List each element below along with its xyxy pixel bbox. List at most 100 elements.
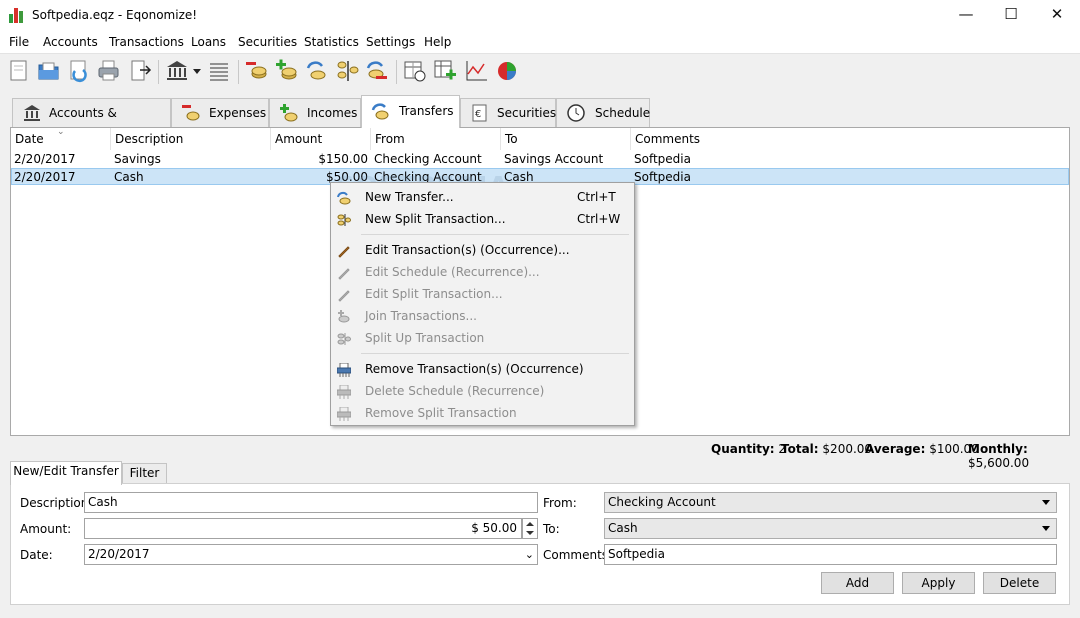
tab-label: Transfers: [399, 104, 454, 118]
menu-item-new-transfer[interactable]: New Transfer... Ctrl+T: [331, 186, 634, 208]
cell-date: 2/20/2017: [14, 152, 76, 166]
delete-button[interactable]: Delete: [983, 572, 1056, 594]
date-label: Date:: [20, 548, 53, 562]
table-row[interactable]: 2/20/2017 Savings $150.00 Checking Accou…: [11, 151, 1069, 168]
print-icon[interactable]: [96, 58, 122, 84]
menu-item-edit-split-transaction[interactable]: Edit Split Transaction...: [331, 283, 634, 305]
window-title: Softpedia.eqz - Eqonomize!: [32, 8, 198, 22]
menu-item-delete-schedule[interactable]: Delete Schedule (Recurrence): [331, 380, 634, 402]
svg-text:€: €: [475, 109, 481, 120]
summary-monthly: Monthly: $5,600.00: [968, 442, 1030, 470]
menu-item-split-up-transaction[interactable]: Split Up Transaction: [331, 327, 634, 349]
menu-item-edit-schedule[interactable]: Edit Schedule (Recurrence)...: [331, 261, 634, 283]
pencil-icon: [337, 265, 351, 280]
tab-securities[interactable]: € Securities: [460, 98, 556, 128]
split-icon[interactable]: [334, 58, 360, 84]
schedule-icon[interactable]: [402, 58, 428, 84]
cell-from: Checking Account: [374, 152, 482, 166]
bank-icon[interactable]: [164, 58, 190, 84]
column-header-to[interactable]: To: [501, 128, 631, 150]
tab-incomes[interactable]: Incomes: [269, 98, 361, 128]
menu-item-join-transactions[interactable]: Join Transactions...: [331, 305, 634, 327]
close-button[interactable]: ✕: [1034, 0, 1080, 31]
toolbar: [0, 53, 1080, 88]
column-header-comments[interactable]: Comments: [631, 128, 1069, 150]
comments-label: Comments:: [543, 548, 613, 562]
summary-average: Average: $100.00: [865, 442, 979, 456]
stepper-up-icon: [526, 522, 534, 526]
menu-file[interactable]: File: [9, 35, 29, 49]
tab-transfers[interactable]: Transfers: [361, 95, 460, 128]
line-chart-icon[interactable]: [464, 58, 490, 84]
cell-description: Cash: [114, 170, 144, 184]
comments-field[interactable]: Softpedia: [604, 544, 1057, 565]
tab-expenses[interactable]: Expenses: [171, 98, 269, 128]
dropdown-arrow-icon[interactable]: [190, 58, 204, 84]
pencil-icon: [337, 243, 351, 258]
ledger-icon[interactable]: [206, 58, 232, 84]
expense-icon[interactable]: [244, 58, 270, 84]
menu-transactions[interactable]: Transactions: [109, 35, 184, 49]
context-menu: New Transfer... Ctrl+T New Split Transact…: [330, 182, 635, 426]
chevron-down-icon[interactable]: ⌄: [525, 545, 534, 564]
join-icon: [337, 309, 351, 323]
tab-new-edit-transfer[interactable]: New/Edit Transfer: [10, 461, 122, 485]
dropdown-arrow-icon: [1042, 500, 1050, 505]
shredder-icon: [336, 362, 352, 377]
column-header-date[interactable]: Date ⌄: [11, 127, 111, 150]
shredder-icon: [336, 406, 352, 421]
cell-description: Savings: [114, 152, 161, 166]
pencil-icon: [337, 287, 351, 302]
transfer-icon[interactable]: [304, 58, 330, 84]
summary-total: Total: $200.00: [781, 442, 873, 456]
transfer-icon: [371, 102, 391, 120]
amount-label: Amount:: [20, 522, 72, 536]
dropdown-arrow-icon: [1042, 526, 1050, 531]
split-icon: [337, 331, 351, 345]
date-field[interactable]: 2/20/2017 ⌄: [84, 544, 538, 565]
menu-statistics[interactable]: Statistics: [304, 35, 359, 49]
maximize-button[interactable]: ☐: [988, 0, 1034, 31]
menu-item-remove-transactions[interactable]: Remove Transaction(s) (Occurrence): [331, 358, 634, 380]
menu-item-remove-split-transaction[interactable]: Remove Split Transaction: [331, 402, 634, 424]
summary-quantity: Quantity: 2: [711, 442, 787, 456]
from-select[interactable]: Checking Account: [604, 492, 1057, 513]
menu-settings[interactable]: Settings: [366, 35, 415, 49]
menu-accounts[interactable]: Accounts: [43, 35, 98, 49]
securities-icon: €: [470, 104, 490, 122]
income-icon[interactable]: [274, 58, 300, 84]
cell-comments: Softpedia: [634, 170, 691, 184]
cell-date: 2/20/2017: [14, 170, 76, 184]
menu-loans[interactable]: Loans: [191, 35, 226, 49]
open-folder-icon[interactable]: [36, 58, 62, 84]
app-icon: [9, 8, 25, 23]
tab-filter[interactable]: Filter: [122, 463, 167, 484]
column-header-from[interactable]: From: [371, 128, 501, 150]
save-icon[interactable]: [66, 58, 92, 84]
add-button[interactable]: Add: [821, 572, 894, 594]
split-icon: [337, 212, 351, 226]
shredder-icon: [336, 384, 352, 399]
menu-securities[interactable]: Securities: [238, 35, 297, 49]
cell-comments: Softpedia: [634, 152, 691, 166]
sort-arrow-icon: ⌄: [57, 127, 65, 137]
clock-icon: [566, 104, 586, 122]
to-select[interactable]: Cash: [604, 518, 1057, 539]
menu-item-edit-transactions[interactable]: Edit Transaction(s) (Occurrence)...: [331, 239, 634, 261]
add-table-icon[interactable]: [432, 58, 458, 84]
description-field[interactable]: Cash: [84, 492, 538, 513]
tab-accounts-categories[interactable]: Accounts & Categories: [12, 98, 171, 148]
export-icon[interactable]: [128, 58, 154, 84]
pie-chart-icon[interactable]: [494, 58, 520, 84]
menu-help[interactable]: Help: [424, 35, 451, 49]
amount-field[interactable]: $ 50.00: [84, 518, 522, 539]
amount-stepper[interactable]: [522, 518, 538, 539]
menu-item-new-split-transaction[interactable]: New Split Transaction... Ctrl+W: [331, 208, 634, 230]
edit-transfer-icon[interactable]: [364, 58, 390, 84]
column-header-amount[interactable]: Amount: [271, 128, 371, 150]
apply-button[interactable]: Apply: [902, 572, 975, 594]
new-file-icon[interactable]: [6, 58, 32, 84]
column-header-description[interactable]: Description: [111, 128, 271, 150]
tab-schedule[interactable]: Schedule: [556, 98, 650, 128]
minimize-button[interactable]: —: [943, 0, 989, 31]
